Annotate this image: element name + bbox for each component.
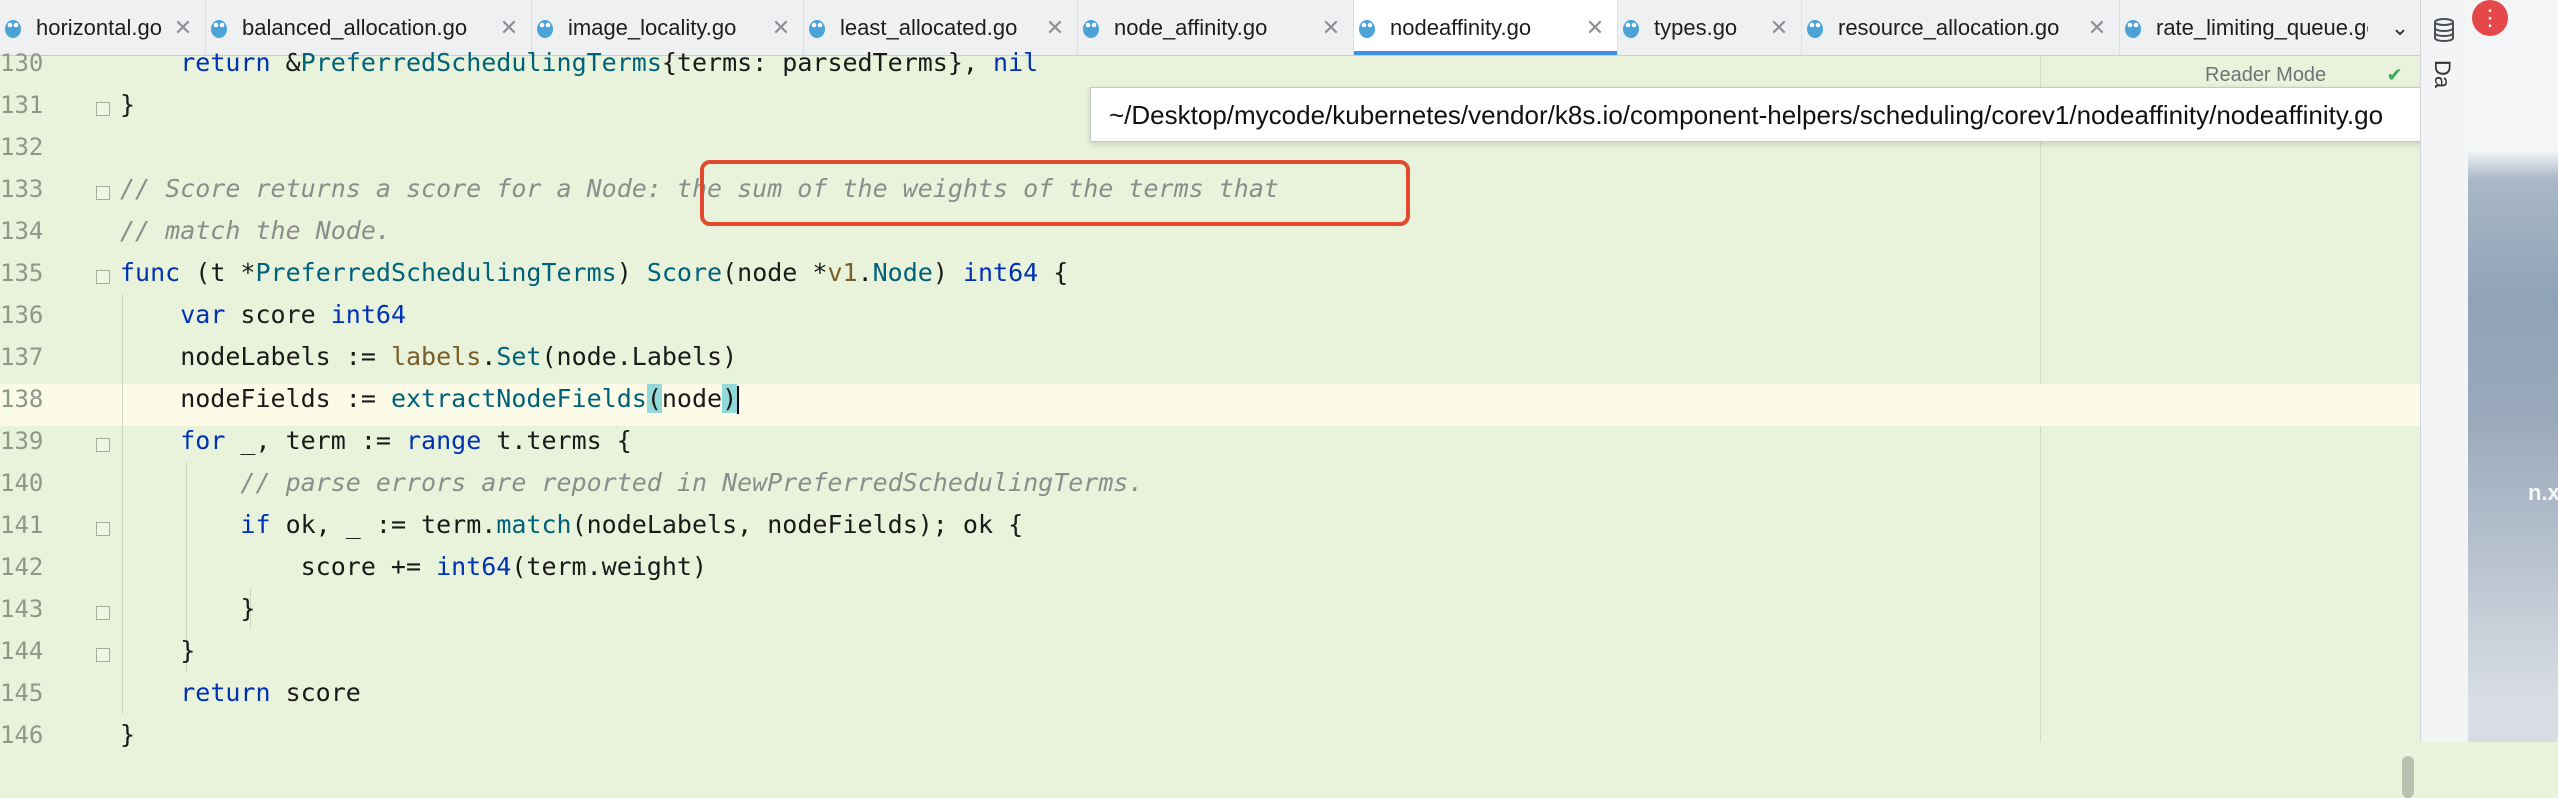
close-icon[interactable]: ✕ [173,15,193,41]
close-icon[interactable]: ✕ [499,15,519,41]
text-caret [737,386,740,414]
checkmark-icon: ✔ [2388,62,2402,87]
close-icon[interactable]: ✕ [1769,15,1789,41]
go-file-icon [808,17,826,39]
code-line: } [120,720,136,749]
right-tool-window-strip: Da [2420,0,2469,742]
tab-label: resource_allocation.go [1838,14,2060,40]
tab-label: image_locality.go [568,14,737,40]
code-line: var score int64 [180,300,406,329]
code-line: } [120,636,196,665]
tab-label: least_allocated.go [840,14,1018,40]
close-icon[interactable]: ✕ [1045,15,1065,41]
go-file-icon [2124,17,2142,39]
code-line: // parse errors are reported in NewPrefe… [240,468,1144,497]
tab-label: horizontal.go [36,14,162,40]
code-line: } [120,594,256,623]
code-line: nodeFields := extractNodeFields(node) [120,384,740,414]
code-line: if ok, _ := term.match(nodeLabels, nodeF… [240,510,1024,539]
desktop-background: ⋮ n.x [2468,0,2558,742]
code-editor[interactable]: 130 131 132 133 134 135 136 137 138 139 … [0,48,2420,798]
tab-label: balanced_allocation.go [242,14,468,40]
code-line: return &PreferredSchedulingTerms{terms: … [180,48,1039,77]
highlight-annotation-box [700,160,1410,226]
code-line: func (t *PreferredSchedulingTerms) Score… [120,258,1069,287]
database-icon[interactable] [2433,18,2455,43]
code-line: score += int64(term.weight) [120,552,708,581]
reader-mode-label[interactable]: Reader Mode [2205,64,2326,87]
code-line: for _, term := range t.terms { [180,426,632,455]
go-file-icon [536,17,554,39]
close-icon[interactable]: ✕ [1321,15,1341,41]
go-file-icon [1806,17,1824,39]
code-line: nodeLabels := labels.Set(node.Labels) [120,342,738,371]
tab-label: rate_limiting_queue.go [2156,14,2368,40]
vertical-scrollbar[interactable] [2402,756,2414,798]
go-file-icon [4,17,22,39]
go-file-icon [210,17,228,39]
tab-label: nodeaffinity.go [1390,14,1532,40]
desktop-peek-text: n.x [2528,480,2558,505]
close-icon[interactable]: ✕ [1585,15,1605,41]
tab-label: node_affinity.go [1114,14,1268,40]
go-file-icon [1358,17,1376,39]
go-file-icon [1082,17,1100,39]
close-icon[interactable]: ✕ [2087,15,2107,41]
more-icon[interactable]: ⋮ [2472,0,2508,36]
tab-label: types.go [1654,14,1738,40]
database-panel-label[interactable]: Da [2429,60,2455,88]
close-icon[interactable]: ✕ [771,15,791,41]
code-line: return score [180,678,361,707]
go-file-icon [1622,17,1640,39]
file-path-tooltip: ~/Desktop/mycode/kubernetes/vendor/k8s.i… [1090,87,2430,142]
